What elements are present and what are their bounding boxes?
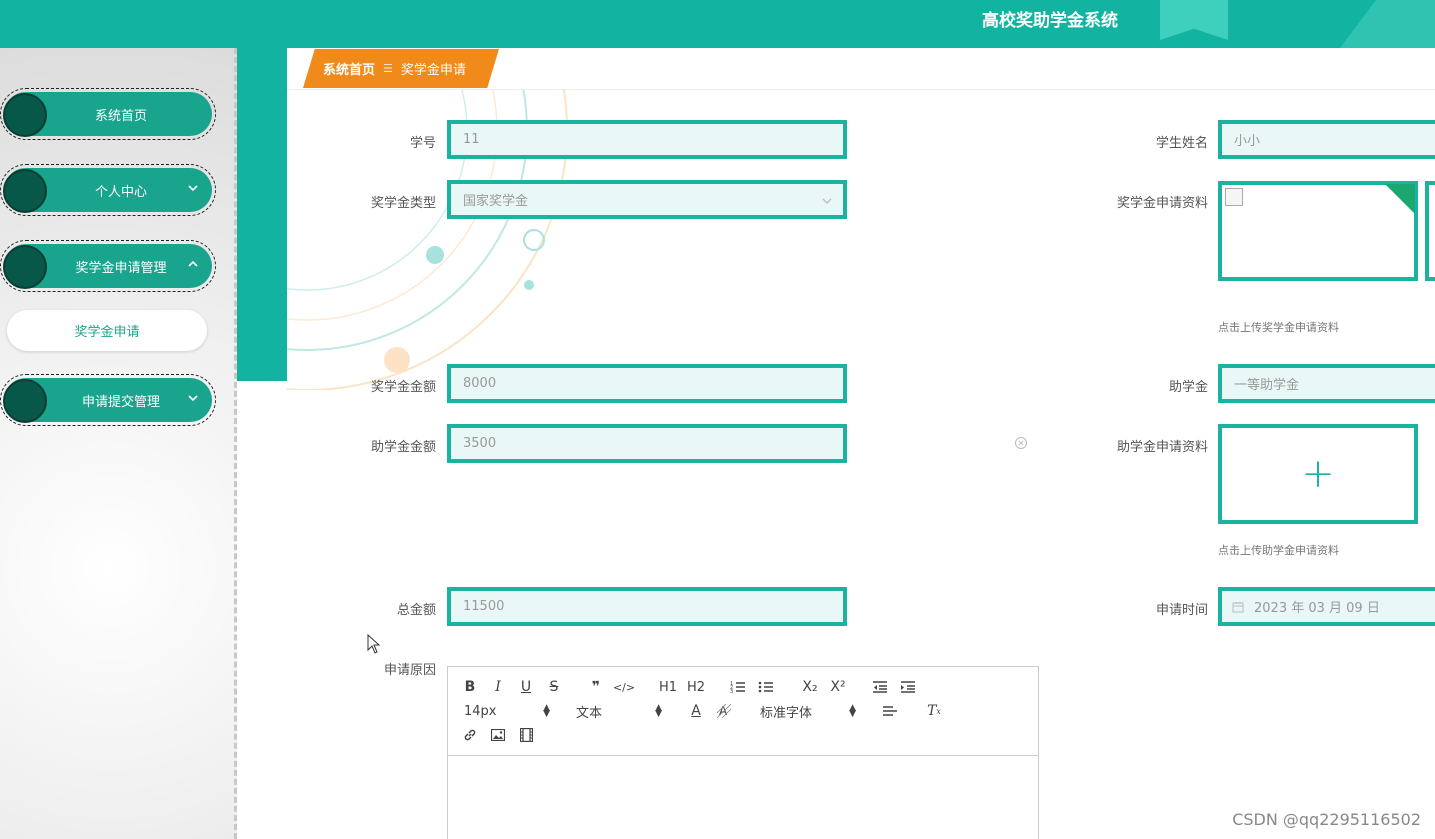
breadcrumb-current: 奖学金申请 bbox=[401, 59, 466, 78]
scholarship-material-preview[interactable] bbox=[1218, 181, 1418, 281]
font-family-value: 标准字体 bbox=[760, 702, 812, 721]
background-color-icon[interactable]: A bbox=[714, 701, 734, 721]
svg-text:3: 3 bbox=[730, 689, 733, 694]
bold-button[interactable]: B bbox=[460, 677, 480, 697]
sidebar-item-submission-management[interactable]: 申请提交管理 bbox=[0, 374, 216, 426]
grant-label: 助学金 bbox=[1150, 376, 1208, 395]
sidebar-subitem-scholarship-apply[interactable]: 奖学金申请 bbox=[7, 310, 207, 351]
image-icon[interactable] bbox=[488, 725, 508, 745]
chevron-down-icon bbox=[187, 182, 201, 196]
sidebar-item-label: 申请提交管理 bbox=[47, 375, 195, 425]
superscript-button[interactable]: X² bbox=[828, 677, 848, 697]
sidebar-item-label: 个人中心 bbox=[47, 165, 195, 215]
scholarship-amount-label: 奖学金金额 bbox=[350, 376, 436, 395]
outdent-icon[interactable] bbox=[870, 677, 890, 697]
ordered-list-icon[interactable]: 123 bbox=[728, 677, 748, 697]
sidebar-item-label: 系统首页 bbox=[47, 89, 195, 139]
align-icon[interactable] bbox=[880, 701, 900, 721]
grant-material-upload[interactable]: + bbox=[1218, 424, 1418, 524]
student-no-field[interactable]: 11 bbox=[447, 120, 847, 159]
video-icon[interactable] bbox=[516, 725, 536, 745]
student-name-field[interactable]: 小小 bbox=[1218, 120, 1435, 159]
font-size-select[interactable]: 14px ▲▼ bbox=[464, 701, 550, 721]
calendar-icon bbox=[1232, 601, 1244, 613]
total-amount-label: 总金额 bbox=[380, 599, 436, 618]
scholarship-amount-field[interactable]: 8000 bbox=[447, 364, 847, 403]
subscript-button[interactable]: X₂ bbox=[800, 677, 820, 697]
grant-material-hint: 点击上传助学金申请资料 bbox=[1218, 542, 1339, 558]
student-name-label: 学生姓名 bbox=[1130, 132, 1208, 151]
grant-value: 一等助学金 bbox=[1234, 374, 1299, 393]
italic-button[interactable]: I bbox=[488, 677, 508, 697]
code-block-button[interactable]: </> bbox=[614, 677, 634, 697]
student-no-value: 11 bbox=[463, 132, 480, 147]
apply-time-label: 申请时间 bbox=[1140, 599, 1208, 618]
sidebar-item-home[interactable]: 系统首页 bbox=[0, 88, 216, 140]
underline-button[interactable]: U bbox=[516, 677, 536, 697]
apply-time-picker[interactable]: 2023 年 03 月 09 日 bbox=[1218, 587, 1435, 626]
app-title: 高校奖助学金系统 bbox=[982, 6, 1118, 31]
select-updown-icon: ▲▼ bbox=[849, 705, 856, 717]
strike-button[interactable]: S bbox=[544, 677, 564, 697]
student-no-label: 学号 bbox=[380, 132, 436, 151]
grant-amount-field[interactable]: 3500 bbox=[447, 424, 847, 463]
grant-material-label: 助学金申请资料 bbox=[1100, 436, 1208, 455]
scholarship-type-label: 奖学金类型 bbox=[350, 192, 436, 211]
menu-dot-icon bbox=[3, 93, 47, 137]
blockquote-button[interactable]: ❞ bbox=[586, 677, 606, 697]
decorative-teal-block bbox=[237, 48, 287, 381]
apply-time-value: 2023 年 03 月 09 日 bbox=[1254, 597, 1380, 616]
menu-dot-icon bbox=[3, 245, 47, 289]
sidebar-item-personal-center[interactable]: 个人中心 bbox=[0, 164, 216, 216]
scholarship-material-upload[interactable] bbox=[1425, 181, 1435, 281]
chevron-down-icon bbox=[821, 195, 833, 207]
h1-button[interactable]: H1 bbox=[656, 677, 680, 697]
font-size-value: 14px bbox=[464, 704, 497, 719]
plus-icon: + bbox=[1222, 428, 1414, 520]
block-type-select[interactable]: 文本 ▲▼ bbox=[576, 701, 662, 721]
scholarship-material-hint: 点击上传奖学金申请资料 bbox=[1218, 319, 1339, 335]
sidebar-item-scholarship-management[interactable]: 奖学金申请管理 bbox=[0, 240, 216, 292]
selected-corner-icon bbox=[1385, 184, 1415, 214]
clear-circle-icon[interactable] bbox=[1014, 436, 1028, 450]
header-ribbon-icon bbox=[1160, 0, 1228, 40]
link-icon[interactable] bbox=[460, 725, 480, 745]
menu-dot-icon bbox=[3, 379, 47, 423]
header-decoration-stripe bbox=[1340, 0, 1435, 48]
menu-dot-icon bbox=[3, 169, 47, 213]
breadcrumb-separator-icon: ☰ bbox=[383, 62, 393, 75]
sidebar-item-label: 奖学金申请管理 bbox=[47, 241, 195, 291]
grant-select[interactable]: 一等助学金 bbox=[1218, 364, 1435, 403]
editor-content-area[interactable] bbox=[448, 756, 1038, 839]
rich-text-editor: B I U S ❞ </> H1 H2 123 X₂ X² 14px ▲▼ 文本… bbox=[447, 666, 1039, 839]
scholarship-type-value: 国家奖学金 bbox=[463, 190, 528, 209]
student-name-value: 小小 bbox=[1234, 130, 1260, 149]
scholarship-material-label: 奖学金申请资料 bbox=[1100, 192, 1208, 211]
total-amount-value: 11500 bbox=[463, 599, 504, 614]
font-color-icon[interactable]: A bbox=[686, 701, 706, 721]
font-family-select[interactable]: 标准字体 ▲▼ bbox=[760, 701, 856, 721]
scholarship-type-select[interactable]: 国家奖学金 bbox=[447, 180, 847, 219]
select-updown-icon: ▲▼ bbox=[543, 705, 550, 717]
grant-amount-label: 助学金金额 bbox=[350, 436, 436, 455]
mouse-cursor-icon bbox=[367, 634, 381, 654]
h2-button[interactable]: H2 bbox=[684, 677, 708, 697]
breadcrumb: 系统首页 ☰ 奖学金申请 bbox=[303, 49, 499, 88]
top-header: 高校奖助学金系统 bbox=[0, 0, 1435, 48]
editor-toolbar: B I U S ❞ </> H1 H2 123 X₂ X² 14px ▲▼ 文本… bbox=[448, 667, 1038, 756]
indent-icon[interactable] bbox=[898, 677, 918, 697]
clear-format-icon[interactable]: Tx bbox=[924, 701, 944, 721]
grant-amount-value: 3500 bbox=[463, 436, 496, 451]
chevron-down-icon bbox=[187, 392, 201, 406]
bullet-list-icon[interactable] bbox=[756, 677, 776, 697]
chevron-up-icon bbox=[187, 258, 201, 272]
watermark: CSDN @qq2295116502 bbox=[1232, 810, 1421, 829]
breadcrumb-home-link[interactable]: 系统首页 bbox=[323, 59, 375, 78]
block-type-value: 文本 bbox=[576, 702, 602, 721]
scholarship-amount-value: 8000 bbox=[463, 376, 496, 391]
reason-label: 申请原因 bbox=[370, 659, 436, 678]
select-updown-icon: ▲▼ bbox=[655, 705, 662, 717]
broken-image-icon bbox=[1225, 188, 1243, 206]
total-amount-field[interactable]: 11500 bbox=[447, 587, 847, 626]
